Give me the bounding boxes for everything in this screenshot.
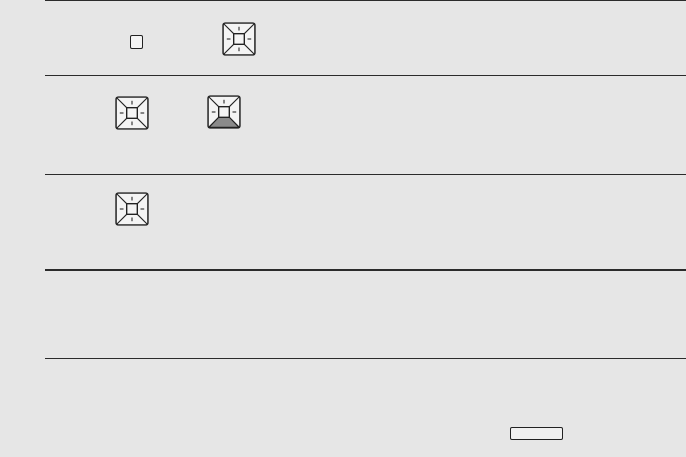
section-divider: [45, 358, 686, 359]
manual-page: [0, 0, 686, 457]
arrow-keypad-icon: [115, 96, 149, 130]
section-divider: [45, 75, 686, 76]
section-divider: [45, 269, 686, 271]
section-divider: [45, 0, 686, 1]
arrow-keypad-pressed-bottom-icon: [207, 95, 241, 129]
arrow-keypad-icon: [115, 192, 149, 226]
section-divider: [45, 174, 686, 175]
arrow-keypad-icon: [222, 22, 256, 56]
wide-key-icon: [510, 427, 563, 440]
square-key-icon: [130, 35, 143, 49]
